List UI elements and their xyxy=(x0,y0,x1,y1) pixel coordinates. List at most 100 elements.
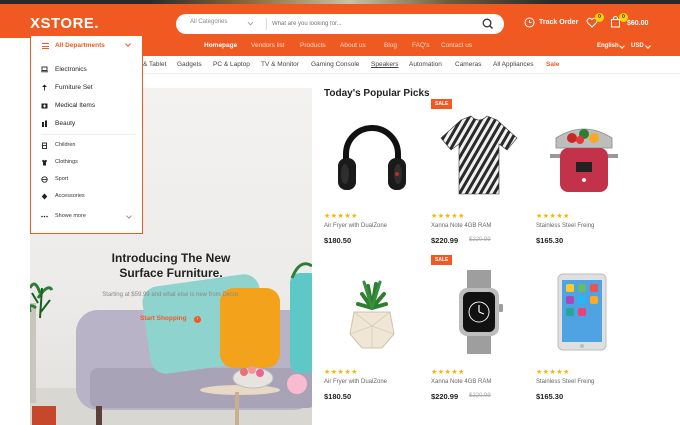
product-name[interactable]: Air Fryer with DualZone xyxy=(324,223,387,229)
category-gadgets[interactable]: Gadgets xyxy=(177,61,202,68)
department-item-accessories[interactable]: Accessories xyxy=(31,190,141,204)
show-more-departments[interactable]: Showe more xyxy=(31,210,141,224)
smartwatch-image[interactable] xyxy=(431,264,527,360)
lamp-icon xyxy=(42,84,47,91)
category-sale[interactable]: Sale xyxy=(546,61,559,68)
product-name[interactable]: Xanna Note 4GB RAM xyxy=(431,223,491,229)
tshirt-image[interactable] xyxy=(431,108,527,204)
rice-cooker-image[interactable] xyxy=(536,108,632,204)
children-icon xyxy=(42,142,47,149)
main-nav: Homepage Vendors list Products About us … xyxy=(143,38,680,56)
track-order-label: Track Order xyxy=(539,19,579,26)
search-icon[interactable] xyxy=(481,17,495,31)
nav-faqs[interactable]: FAQ's xyxy=(412,42,430,49)
search-category-select[interactable]: All Categories xyxy=(190,19,227,25)
hero-title-line1: Introducing The New xyxy=(111,251,231,265)
rating-stars: ★★★★★ xyxy=(431,369,465,376)
menu-icon xyxy=(42,43,49,49)
category-cameras[interactable]: Cameras xyxy=(455,61,481,68)
product-name[interactable]: Stainless Steel Freing xyxy=(536,223,594,229)
clock-icon xyxy=(524,17,535,28)
lipstick-icon xyxy=(42,120,47,127)
product-old-price: $220.99 xyxy=(469,393,491,399)
chevron-down-icon xyxy=(126,213,132,219)
nav-contact-us[interactable]: Contact us xyxy=(441,42,472,49)
product-price: $180.50 xyxy=(324,392,352,401)
department-label: Children xyxy=(55,142,76,148)
nav-about-us[interactable]: About us xyxy=(340,42,366,49)
department-item-sport[interactable]: Sport xyxy=(31,173,141,187)
product-price: $180.50 xyxy=(324,236,352,245)
accessories-icon xyxy=(41,193,48,200)
nav-blog[interactable]: Blog xyxy=(384,42,397,49)
medical-kit-icon xyxy=(41,103,48,109)
hero-title-line2: Surface Furniture. xyxy=(119,266,223,280)
all-departments-toggle[interactable]: All Departments xyxy=(31,36,141,55)
arrow-right-icon[interactable]: › xyxy=(194,316,201,323)
tablet-image[interactable] xyxy=(536,264,632,360)
department-label: Sport xyxy=(55,176,69,182)
headphones-image[interactable] xyxy=(324,108,420,204)
track-order-link[interactable]: Track Order xyxy=(524,17,578,28)
site-header: XSTORE. All Categories Track Order 0 0 $… xyxy=(0,4,680,38)
product-price: $165.30 xyxy=(536,392,564,401)
category-speakers[interactable]: Speakers xyxy=(371,61,398,68)
all-departments-menu: All Departments Electronics Furniture Se… xyxy=(30,35,143,234)
department-label: Electronics xyxy=(55,66,87,73)
plant-pot-image[interactable] xyxy=(324,264,420,360)
category-tv-monitor[interactable]: TV & Monitor xyxy=(261,61,299,68)
chevron-down-icon xyxy=(645,43,651,49)
department-item-children[interactable]: Children xyxy=(31,139,141,153)
department-label: Medical Items xyxy=(55,102,96,109)
nav-vendors-list[interactable]: Vendors list xyxy=(251,42,285,49)
sport-icon xyxy=(41,176,48,183)
product-name[interactable]: Stainless Steel Freing xyxy=(536,379,594,385)
category-gaming-console[interactable]: Gaming Console xyxy=(311,61,359,68)
chevron-down-icon xyxy=(619,43,625,49)
popular-picks-title: Today's Popular Picks xyxy=(324,88,430,99)
product-name[interactable]: Xanna Note 4GB RAM xyxy=(431,379,491,385)
product-price: $220.99 xyxy=(431,236,459,245)
rating-stars: ★★★★★ xyxy=(431,213,465,220)
department-label: Clothings xyxy=(55,159,78,165)
product-price: $220.99 xyxy=(431,392,459,401)
all-departments-label: All Departments xyxy=(55,42,105,49)
department-label: Accessories xyxy=(55,193,85,199)
rating-stars: ★★★★★ xyxy=(324,369,358,376)
category-tablet[interactable]: & Tablet xyxy=(143,61,166,68)
rating-stars: ★★★★★ xyxy=(536,213,570,220)
nav-products[interactable]: Products xyxy=(300,42,326,49)
category-pc-laptop[interactable]: PC & Laptop xyxy=(213,61,250,68)
cart-total[interactable]: $60.00 xyxy=(627,20,648,27)
rating-stars: ★★★★★ xyxy=(536,369,570,376)
hero-title: Introducing The New Surface Furniture. xyxy=(30,251,312,281)
laptop-icon xyxy=(41,66,48,73)
chevron-down-icon xyxy=(247,19,254,26)
search-bar: All Categories xyxy=(176,14,504,34)
product-old-price: $220.99 xyxy=(469,237,491,243)
currency-select[interactable]: USD xyxy=(631,43,644,49)
language-select[interactable]: English xyxy=(597,43,619,49)
department-item-furniture-set[interactable]: Furniture Set xyxy=(31,81,141,95)
product-price: $165.30 xyxy=(536,236,564,245)
hero-subtitle: Starting at $59.99 and what else is new … xyxy=(102,292,240,298)
department-item-beauty[interactable]: Beauty xyxy=(31,117,141,131)
site-logo[interactable]: XSTORE. xyxy=(30,15,99,32)
chevron-down-icon xyxy=(125,41,131,47)
category-bar: & Tablet Gadgets PC & Laptop TV & Monito… xyxy=(143,56,680,74)
department-item-medical-items[interactable]: Medical Items xyxy=(31,99,141,113)
category-all-appliances[interactable]: All Appliances xyxy=(493,61,533,68)
category-automation[interactable]: Automation xyxy=(409,61,442,68)
department-item-electronics[interactable]: Electronics xyxy=(31,63,141,77)
department-item-clothings[interactable]: Clothings xyxy=(31,156,141,170)
rating-stars: ★★★★★ xyxy=(324,213,358,220)
more-dots-icon xyxy=(41,215,48,218)
department-label: Beauty xyxy=(55,120,76,127)
nav-homepage[interactable]: Homepage xyxy=(204,42,237,49)
search-input[interactable] xyxy=(272,17,462,31)
shirt-icon xyxy=(42,159,47,166)
product-name[interactable]: Air Fryer with DualZone xyxy=(324,379,387,385)
start-shopping-link[interactable]: Start Shopping xyxy=(140,315,187,322)
wishlist-count-badge: 0 xyxy=(595,13,604,22)
show-more-label: Showe more xyxy=(55,213,86,219)
